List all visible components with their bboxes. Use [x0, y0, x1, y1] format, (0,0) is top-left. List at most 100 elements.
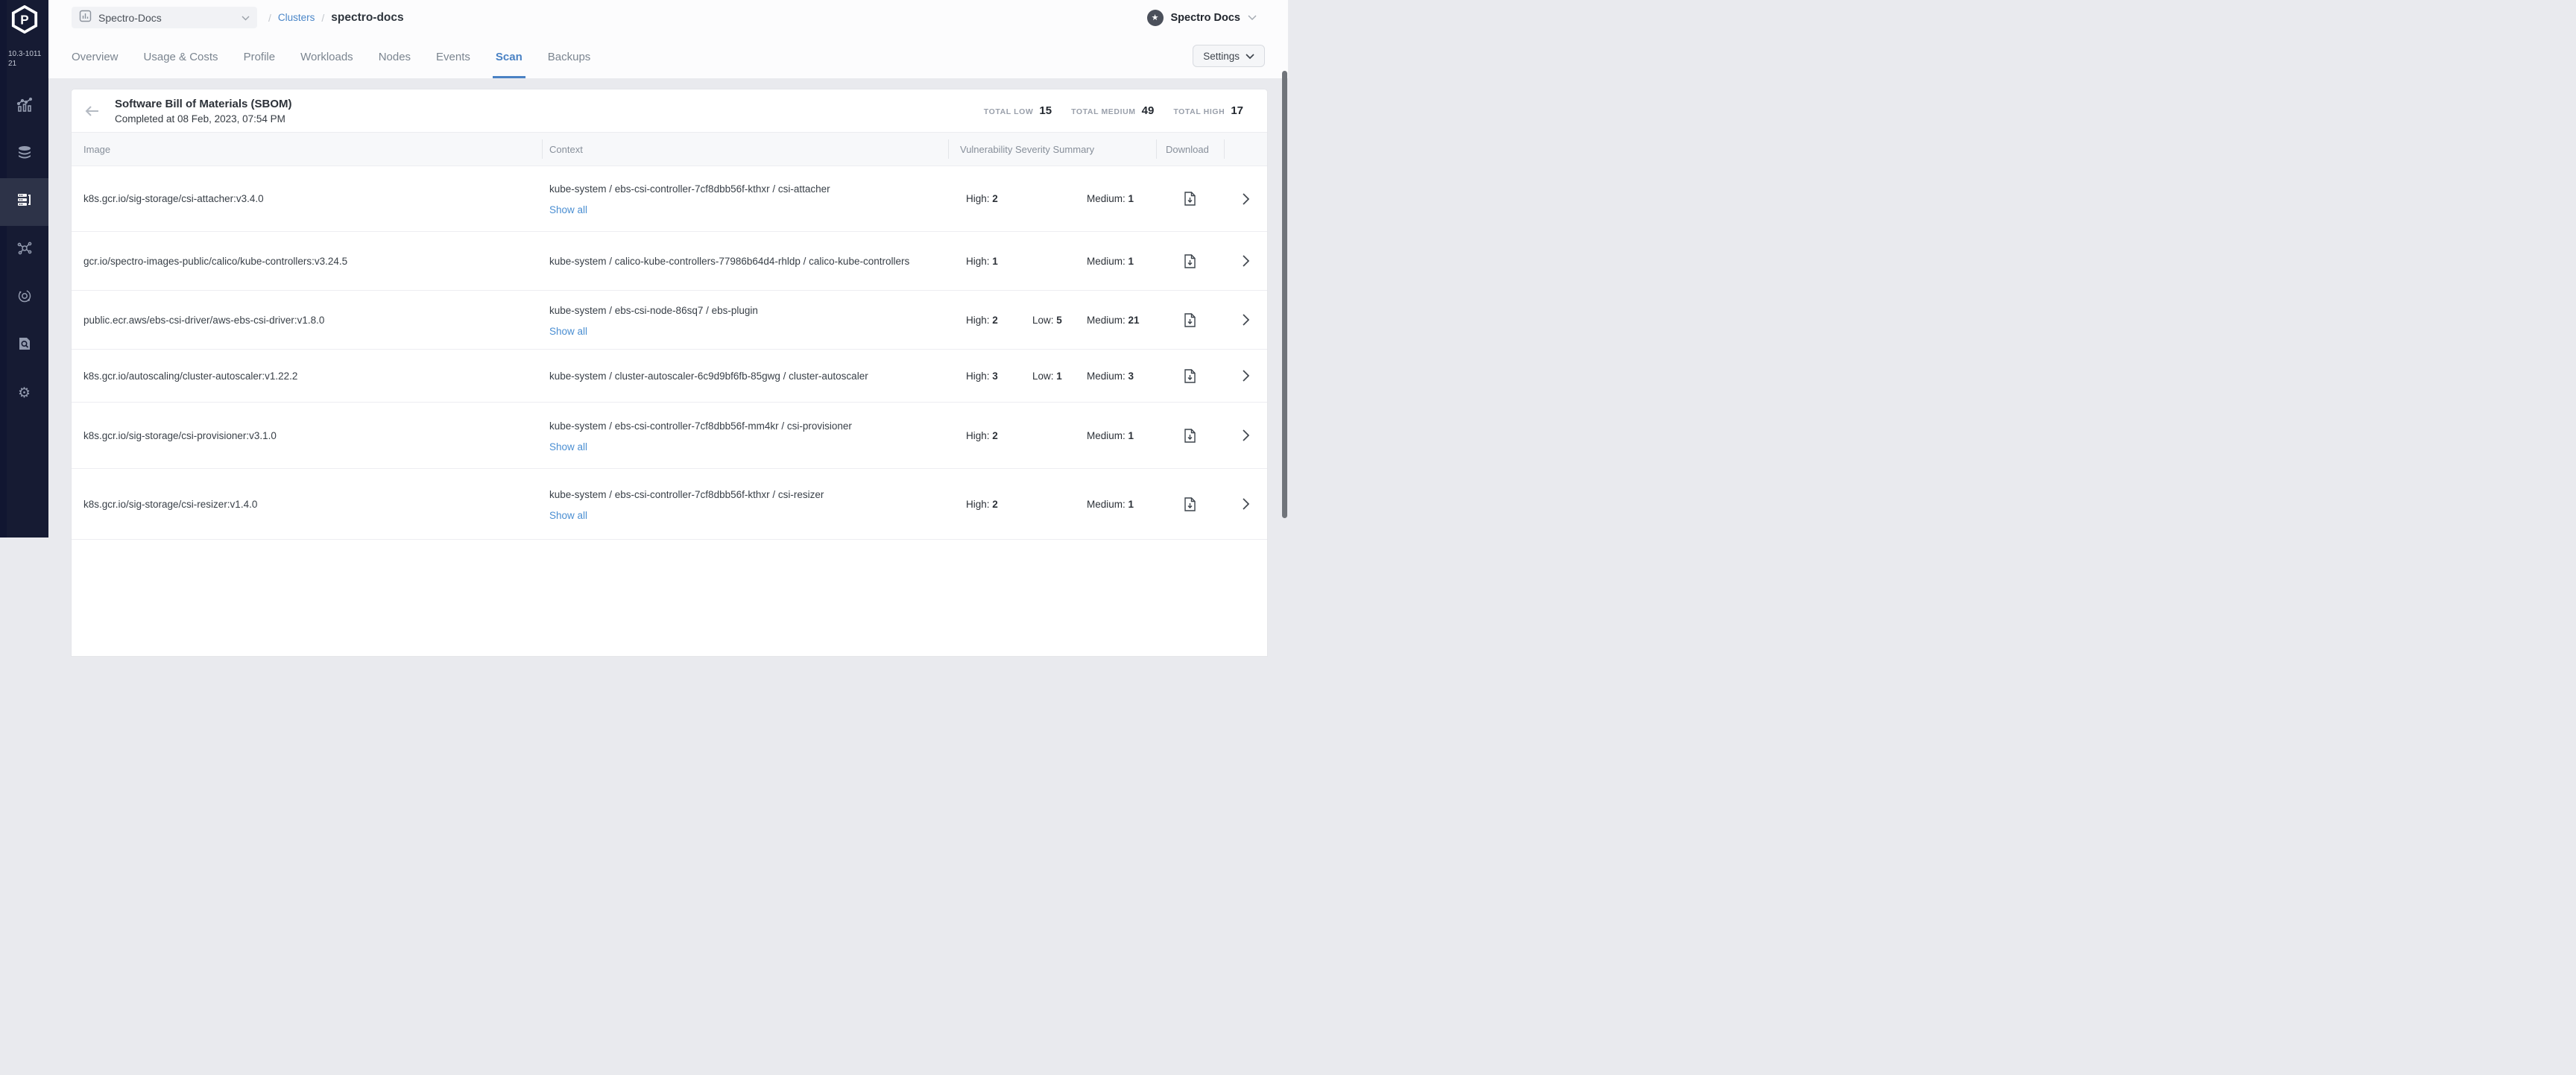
settings-button[interactable]: Settings [1193, 45, 1265, 67]
vertical-scrollbar[interactable] [1282, 71, 1287, 518]
severity-cell: High: 2 Low: 5 Medium: 21 [948, 291, 1156, 349]
breadcrumb-link-clusters[interactable]: Clusters [278, 12, 315, 23]
tab-usage-costs[interactable]: Usage & Costs [144, 35, 218, 78]
tab-events[interactable]: Events [436, 35, 470, 78]
image-name: k8s.gcr.io/sig-storage/csi-resizer:v1.4.… [83, 499, 257, 510]
row-expand-cell [1224, 232, 1267, 290]
table-row[interactable]: public.ecr.aws/ebs-csi-driver/aws-ebs-cs… [72, 291, 1267, 350]
context-text: kube-system / ebs-csi-controller-7cf8dbb… [549, 488, 926, 502]
image-cell: public.ecr.aws/ebs-csi-driver/aws-ebs-cs… [83, 291, 531, 349]
row-expand-cell [1224, 469, 1267, 539]
severity-high: High: 3 [966, 371, 1032, 382]
topbar: Spectro-Docs / Clusters / spectro-docs ★… [48, 0, 1288, 35]
column-header-context: Context [549, 133, 583, 166]
row-expand-cell [1224, 291, 1267, 349]
analytics-icon [16, 97, 33, 117]
chevron-down-icon [1248, 11, 1257, 25]
sidebar: P 10.3-101121 [0, 0, 48, 538]
image-cell: k8s.gcr.io/sig-storage/csi-provisioner:v… [83, 403, 531, 468]
severity-high: High: 1 [966, 256, 1032, 267]
breadcrumb-current: spectro-docs [331, 11, 403, 25]
show-all-link[interactable]: Show all [549, 326, 937, 337]
context-cell: kube-system / ebs-csi-controller-7cf8dbb… [549, 469, 937, 539]
severity-low: Low: 1 [1032, 371, 1087, 382]
column-header-severity: Vulnerability Severity Summary [960, 133, 1094, 166]
severity-medium: Medium: 1 [1087, 256, 1156, 267]
context-text: kube-system / ebs-csi-controller-7cf8dbb… [549, 182, 926, 196]
sbom-titles: Software Bill of Materials (SBOM) Comple… [115, 98, 292, 124]
severity-medium: Medium: 3 [1087, 371, 1156, 382]
chevron-right-icon[interactable] [1243, 193, 1249, 205]
tab-nodes[interactable]: Nodes [379, 35, 411, 78]
back-button[interactable] [85, 106, 104, 116]
column-header-download: Download [1166, 133, 1209, 166]
tab-workloads[interactable]: Workloads [300, 35, 353, 78]
download-icon[interactable] [1184, 497, 1196, 511]
audit-icon [16, 335, 33, 356]
breadcrumb: / Clusters / spectro-docs [268, 11, 404, 25]
image-name: public.ecr.aws/ebs-csi-driver/aws-ebs-cs… [83, 315, 324, 326]
severity-totals: TOTAL LOW 15 TOTAL MEDIUM 49 TOTAL HIGH … [984, 104, 1243, 117]
table-row[interactable]: k8s.gcr.io/sig-storage/csi-resizer:v1.4.… [72, 469, 1267, 540]
sbom-panel: Software Bill of Materials (SBOM) Comple… [72, 89, 1267, 656]
severity-cell: High: 1 Medium: 1 [948, 232, 1156, 290]
sidebar-item-network[interactable] [0, 226, 48, 274]
chevron-right-icon[interactable] [1243, 498, 1249, 510]
show-all-link[interactable]: Show all [549, 510, 937, 521]
network-icon [16, 240, 33, 260]
chevron-right-icon[interactable] [1243, 370, 1249, 382]
sbom-panel-header: Software Bill of Materials (SBOM) Comple… [72, 89, 1267, 133]
download-icon[interactable] [1184, 192, 1196, 206]
clusters-icon [16, 192, 33, 212]
sidebar-item-orbit[interactable] [0, 274, 48, 321]
image-name: k8s.gcr.io/sig-storage/csi-provisioner:v… [83, 430, 277, 441]
severity-cell: High: 2 Medium: 1 [948, 469, 1156, 539]
table-row[interactable]: k8s.gcr.io/sig-storage/csi-provisioner:v… [72, 403, 1267, 469]
context-cell: kube-system / ebs-csi-controller-7cf8dbb… [549, 403, 937, 468]
image-name: k8s.gcr.io/autoscaling/cluster-autoscale… [83, 371, 297, 382]
project-selector[interactable]: Spectro-Docs [72, 7, 257, 28]
download-icon[interactable] [1184, 313, 1196, 327]
show-all-link[interactable]: Show all [549, 204, 937, 215]
table-row[interactable]: k8s.gcr.io/autoscaling/cluster-autoscale… [72, 350, 1267, 403]
user-menu[interactable]: ★ Spectro Docs [1147, 10, 1257, 26]
context-cell: kube-system / ebs-csi-controller-7cf8dbb… [549, 166, 937, 231]
sidebar-item-stack[interactable] [0, 130, 48, 178]
chevron-right-icon[interactable] [1243, 255, 1249, 267]
severity-high: High: 2 [966, 193, 1032, 204]
sidebar-item-clusters[interactable] [0, 178, 48, 226]
context-text: kube-system / ebs-csi-controller-7cf8dbb… [549, 419, 926, 433]
settings-button-label: Settings [1203, 51, 1240, 62]
sidebar-item-analytics[interactable] [0, 83, 48, 130]
download-icon[interactable] [1184, 369, 1196, 383]
sidebar-item-audit[interactable] [0, 321, 48, 369]
sidebar-item-settings[interactable]: ⚙ [0, 369, 48, 417]
project-selector-label: Spectro-Docs [98, 12, 162, 24]
chevron-right-icon[interactable] [1243, 314, 1249, 326]
chevron-right-icon[interactable] [1243, 429, 1249, 441]
download-icon[interactable] [1184, 429, 1196, 443]
palette-logo[interactable]: P [10, 5, 39, 34]
tab-scan[interactable]: Scan [496, 35, 523, 78]
sidebar-nav: ⚙ [0, 83, 48, 417]
severity-low: Low: 5 [1032, 315, 1087, 326]
show-all-link[interactable]: Show all [549, 441, 937, 453]
tab-profile[interactable]: Profile [244, 35, 276, 78]
table-row[interactable]: gcr.io/spectro-images-public/calico/kube… [72, 232, 1267, 291]
table-header: Image Context Vulnerability Severity Sum… [72, 133, 1267, 166]
context-text: kube-system / cluster-autoscaler-6c9d9bf… [549, 369, 926, 383]
download-icon[interactable] [1184, 254, 1196, 268]
svg-text:P: P [20, 13, 28, 28]
download-cell [1156, 469, 1224, 539]
image-cell: gcr.io/spectro-images-public/calico/kube… [83, 232, 531, 290]
severity-medium: Medium: 21 [1087, 315, 1156, 326]
user-menu-label: Spectro Docs [1171, 12, 1240, 24]
tab-overview[interactable]: Overview [72, 35, 119, 78]
table-body: k8s.gcr.io/sig-storage/csi-attacher:v3.4… [72, 166, 1267, 540]
image-cell: k8s.gcr.io/sig-storage/csi-attacher:v3.4… [83, 166, 531, 231]
total-high: TOTAL HIGH 17 [1173, 104, 1243, 117]
table-row[interactable]: k8s.gcr.io/sig-storage/csi-attacher:v3.4… [72, 166, 1267, 232]
tab-backups[interactable]: Backups [548, 35, 591, 78]
image-name: gcr.io/spectro-images-public/calico/kube… [83, 256, 347, 267]
severity-cell: High: 2 Medium: 1 [948, 166, 1156, 231]
